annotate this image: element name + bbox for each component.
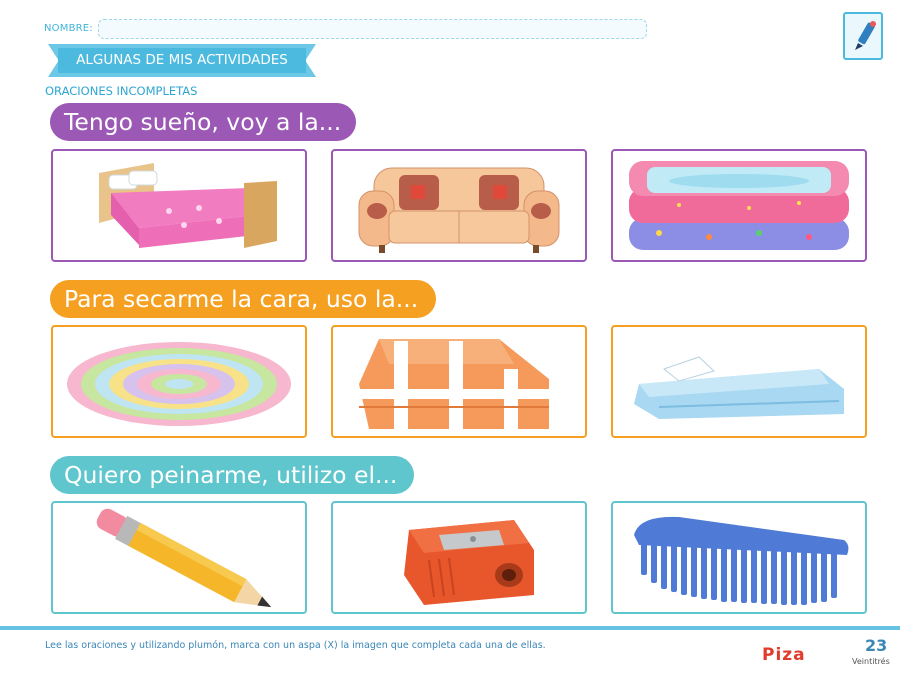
option-pencil[interactable] — [51, 501, 307, 614]
brand-logo: Piza — [762, 645, 806, 665]
option-folded-towel[interactable] — [611, 325, 867, 438]
pencil-image — [96, 508, 272, 608]
bed-image — [99, 163, 277, 248]
edit-badge — [843, 12, 883, 60]
name-field[interactable] — [98, 19, 647, 39]
option-sofa[interactable] — [331, 149, 587, 262]
ribbon-title: ALGUNAS DE MIS ACTIVIDADES — [76, 52, 288, 68]
footer-divider — [0, 626, 900, 630]
prompt-comb-hair: Quiero peinarme, utilizo el... — [50, 456, 414, 494]
option-pencil-sharpener[interactable] — [331, 501, 587, 614]
pencil-sharpener-image — [404, 520, 534, 605]
folded-towel-image — [634, 356, 844, 419]
instruction-text: Lee las oraciones y utilizando plumón, m… — [45, 640, 546, 651]
marker-pen-icon — [855, 21, 876, 50]
comb-image — [634, 516, 849, 605]
page-number-word: Veintitrés — [852, 657, 890, 666]
inflatable-pool-image — [629, 161, 849, 250]
page-number: 23 — [865, 636, 888, 655]
option-bed[interactable] — [51, 149, 307, 262]
round-rug-image — [67, 342, 291, 426]
option-comb[interactable] — [611, 501, 867, 614]
prompt-sleep: Tengo sueño, voy a la... — [50, 103, 356, 141]
option-striped-blanket[interactable] — [331, 325, 587, 438]
option-round-rug[interactable] — [51, 325, 307, 438]
option-inflatable-pool[interactable] — [611, 149, 867, 262]
subheading: ORACIONES INCOMPLETAS — [45, 84, 198, 98]
sofa-image — [358, 167, 560, 253]
name-label: NOMBRE: — [44, 23, 93, 34]
section-ribbon: ALGUNAS DE MIS ACTIVIDADES — [48, 44, 316, 77]
prompt-dry-face: Para secarme la cara, uso la... — [50, 280, 436, 318]
striped-blanket-image — [359, 339, 549, 429]
